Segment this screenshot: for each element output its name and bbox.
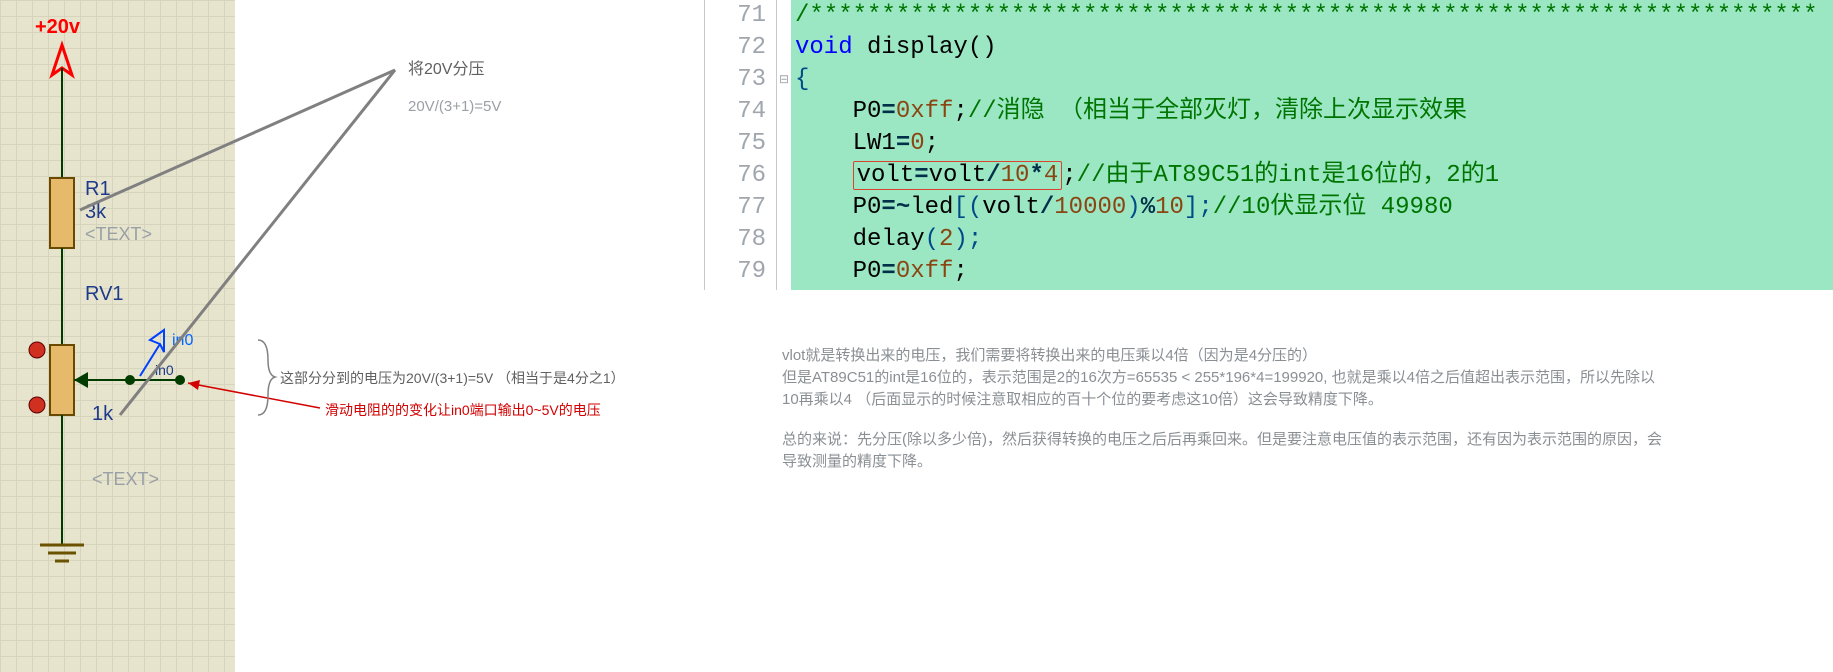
supply-label: +20v (35, 16, 81, 38)
schematic-drawing: +20v R1 3k <TEXT> RV1 1k <TEXT> in0 in0 (0, 0, 235, 672)
rv1-name: RV1 (85, 283, 124, 305)
explain-line2: 但是AT89C51的int是16位的，表示范围是2的16次方=65535 < 2… (782, 369, 1655, 408)
probe-label-top: in0 (172, 332, 193, 349)
explain-line1: vlot就是转换出来的电压，我们需要将转换出来的电压乘以4倍（因为是4分压的） (782, 347, 1317, 364)
anno-divider-calc: 20V/(3+1)=5V (408, 98, 501, 115)
r1-text-placeholder: <TEXT> (85, 224, 152, 244)
probe-label-bottom: in0 (155, 362, 174, 378)
anno-bracket-note: 这部分分到的电压为20V/(3+1)=5V （相当于是4分之1） (280, 368, 625, 388)
r1-value: 3k (85, 201, 107, 223)
proteus-schematic-canvas[interactable]: +20v R1 3k <TEXT> RV1 1k <TEXT> in0 in0 (0, 0, 235, 672)
code-text-area[interactable]: /***************************************… (791, 0, 1833, 290)
explanation-text: vlot就是转换出来的电压，我们需要将转换出来的电压乘以4倍（因为是4分压的） … (782, 345, 1662, 491)
fold-column: ⊟ (777, 0, 791, 290)
r1-name: R1 (85, 178, 111, 200)
code-line-gutter: 717273747576777879 (705, 0, 777, 290)
anno-divider-title: 将20V分压 (408, 55, 484, 79)
rv1-value: 1k (92, 403, 114, 425)
rv1-text-placeholder: <TEXT> (92, 469, 159, 489)
code-editor[interactable]: 717273747576777879 ⊟ /******************… (704, 0, 1833, 290)
fold-icon[interactable]: ⊟ (777, 64, 791, 96)
explain-line3: 总的来说：先分压(除以多少倍)，然后获得转换的电压之后后再乘回来。但是要注意电压… (782, 431, 1662, 470)
anno-slider-note: 滑动电阻的的变化让in0端口输出0~5V的电压 (325, 400, 601, 420)
